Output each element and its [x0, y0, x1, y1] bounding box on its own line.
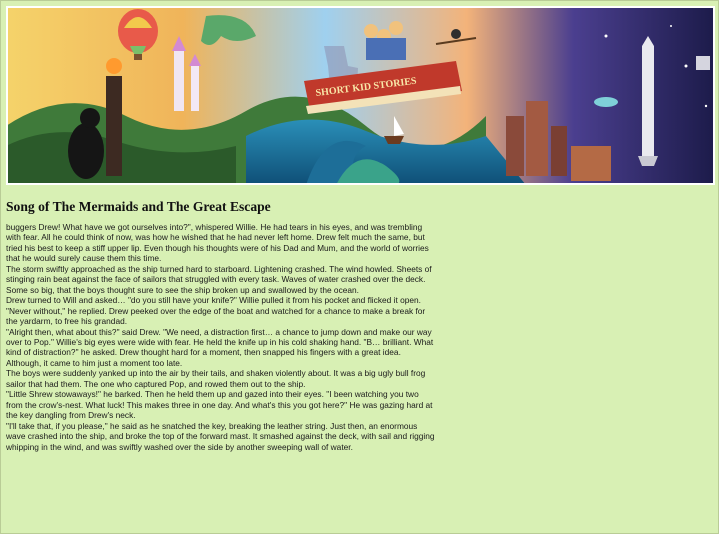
header-banner: SHORT KID STORIES	[6, 6, 715, 185]
story-paragraph: The storm swiftly approached as the ship…	[6, 263, 432, 295]
story-paragraph: The boys were suddenly yanked up into th…	[6, 368, 426, 389]
banner-illustration: SHORT KID STORIES	[6, 6, 715, 185]
story-paragraph: "I'll take that, if you please," he said…	[6, 420, 435, 452]
story-body: buggers Drew! What have we got ourselves…	[6, 222, 436, 452]
story-title: Song of The Mermaids and The Great Escap…	[6, 199, 271, 214]
page: SHORT KID STORIES Song of The Mermaids a…	[0, 0, 719, 534]
story-paragraph: "Little Shrew stowaways!" he barked. The…	[6, 389, 433, 421]
story-paragraph: buggers Drew! What have we got ourselves…	[6, 222, 429, 264]
story-paragraph: "Alright then, what about this?" said Dr…	[6, 326, 434, 368]
story-paragraph: Drew turned to Will and asked… "do you s…	[6, 295, 426, 327]
